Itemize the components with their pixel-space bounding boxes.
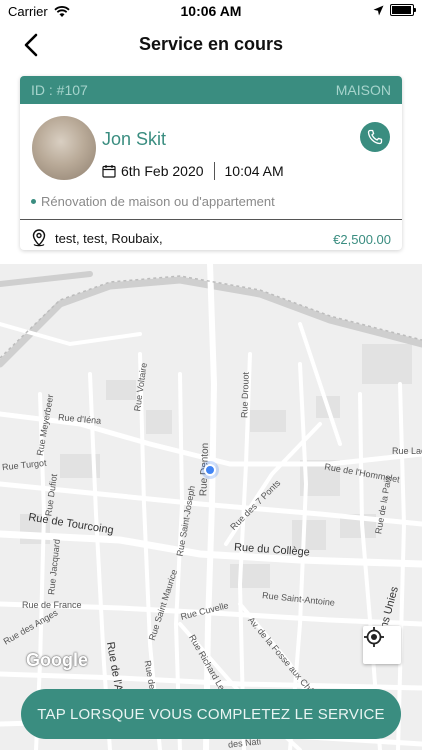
status-time: 10:06 AM — [180, 3, 242, 19]
my-location-button[interactable] — [363, 626, 401, 664]
divider — [213, 162, 215, 180]
card-header: ID : #107 MAISON — [20, 76, 402, 104]
location-arrow-icon — [373, 5, 384, 15]
crosshair-icon — [364, 627, 384, 647]
current-location-marker — [201, 461, 219, 479]
service-card: ID : #107 MAISON Jon Skit 6th Feb 2020 1… — [20, 76, 402, 250]
battery-icon — [390, 4, 416, 16]
page-title: Service en cours — [138, 34, 284, 54]
status-right — [373, 4, 416, 16]
google-attribution: Google — [26, 650, 88, 670]
map-pin-icon — [32, 229, 46, 247]
service-price: €2,500.00 — [333, 232, 391, 247]
map-view[interactable]: Rue de Tourcoing Rue du Collège Rue Dent… — [0, 264, 422, 750]
service-description: Rénovation de maison ou d'appartement — [31, 194, 275, 209]
service-time: 10:04 AM — [224, 163, 284, 179]
service-category: MAISON — [335, 82, 391, 98]
complete-service-button[interactable]: TAP LORSQUE VOUS COMPLETEZ LE SERVICE — [21, 689, 401, 739]
address-row: test, test, Roubaix, — [31, 229, 163, 247]
phone-icon — [367, 129, 383, 145]
street-label: Rue Drouot — [239, 371, 251, 419]
date-time-row: 6th Feb 2020 10:04 AM — [102, 162, 284, 180]
service-date: 6th Feb 2020 — [121, 163, 204, 179]
service-description-text: Rénovation de maison ou d'appartement — [41, 194, 275, 209]
card-area: ID : #107 MAISON Jon Skit 6th Feb 2020 1… — [0, 66, 422, 264]
client-name: Jon Skit — [102, 129, 167, 149]
service-address: test, test, Roubaix, — [55, 230, 163, 246]
calendar-icon — [102, 165, 116, 178]
status-bar: Carrier 10:06 AM — [0, 0, 422, 22]
street-label: Rue Lac — [392, 446, 422, 456]
card-divider — [20, 219, 402, 220]
service-id: ID : #107 — [31, 82, 88, 98]
nav-bar: Service en cours — [0, 22, 422, 67]
bullet-icon — [31, 199, 36, 204]
call-button[interactable] — [360, 122, 390, 152]
avatar — [32, 116, 96, 180]
